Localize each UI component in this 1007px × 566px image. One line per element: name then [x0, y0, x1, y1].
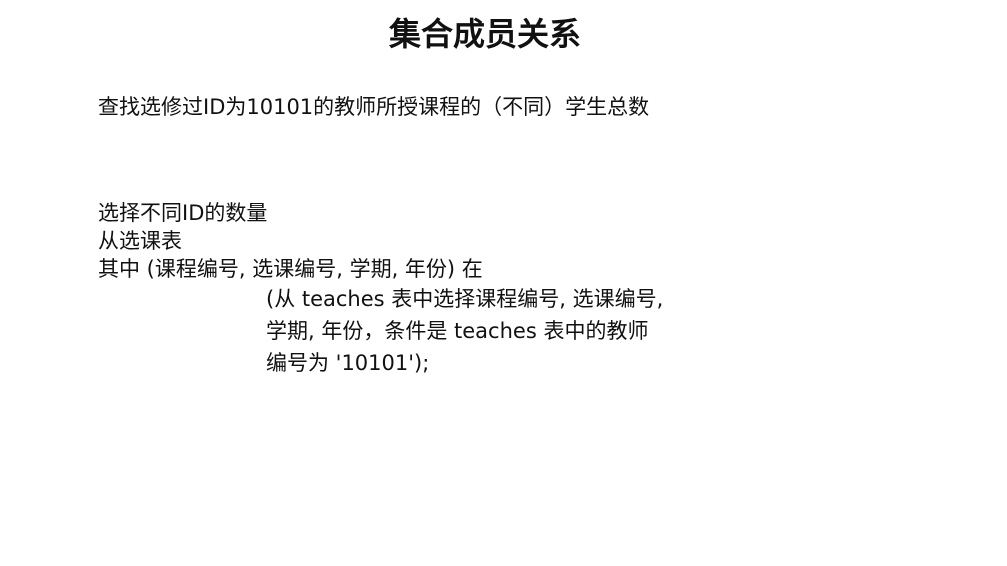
slide: 集合成员关系 查找选修过ID为10101的教师所授课程的（不同）学生总数 选择不… [0, 0, 1007, 566]
query-line-from: 从选课表 [98, 229, 182, 253]
sql-subquery: (从 teaches 表中选择课程编号, 选课编号, 学期, 年份，条件是 te… [266, 287, 664, 375]
slide-title: 集合成员关系 [388, 15, 581, 53]
query-line-select: 选择不同ID的数量 [98, 201, 268, 225]
sql-query-block: 选择不同ID的数量 从选课表 其中 (课程编号, 选课编号, 学期, 年份) 在 [98, 199, 678, 283]
question-text: 查找选修过ID为10101的教师所授课程的（不同）学生总数 [98, 95, 650, 119]
query-line-where: 其中 (课程编号, 选课编号, 学期, 年份) 在 [98, 257, 483, 281]
